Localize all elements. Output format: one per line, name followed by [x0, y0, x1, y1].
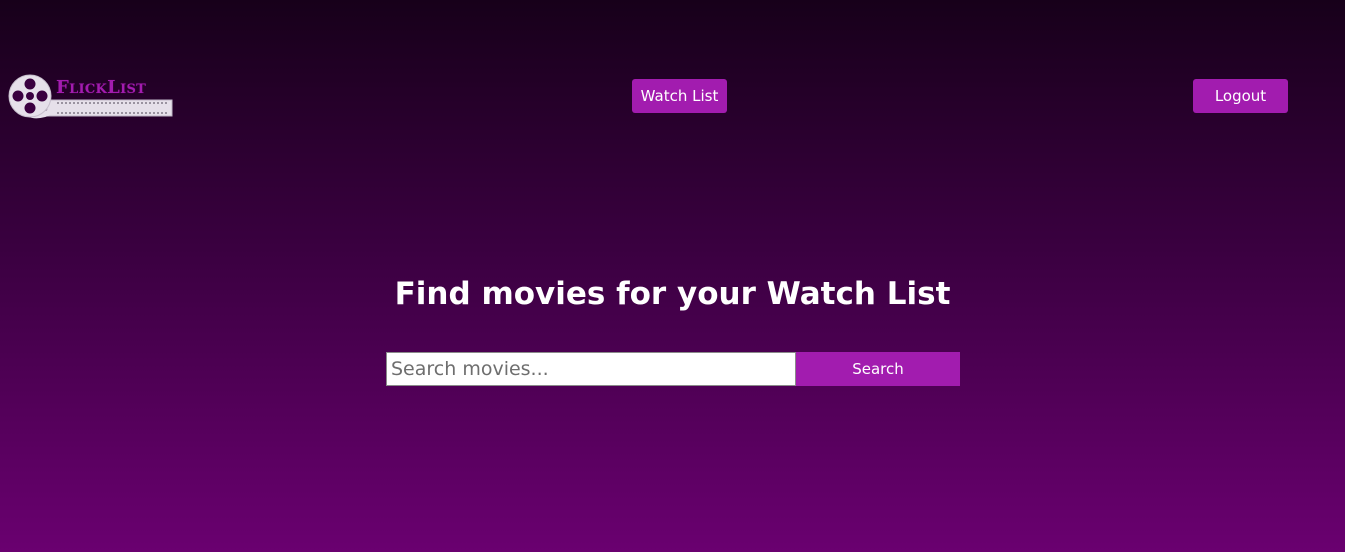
watch-list-button[interactable]: Watch List	[632, 79, 727, 113]
logo-text: FlickList	[56, 77, 147, 98]
page-title: Find movies for your Watch List	[394, 276, 951, 312]
search-input[interactable]	[386, 352, 796, 386]
logout-button[interactable]: Logout	[1193, 79, 1288, 113]
search-form: Search	[386, 352, 960, 386]
search-button[interactable]: Search	[796, 352, 960, 386]
flicklist-logo[interactable]: FlickList	[7, 74, 177, 120]
